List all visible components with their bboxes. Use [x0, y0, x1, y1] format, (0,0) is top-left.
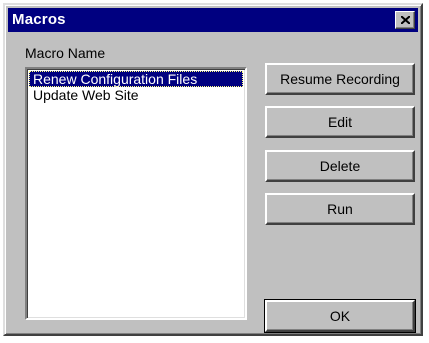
macros-dialog: Macros Macro Name Renew Configuration Fi… — [3, 3, 423, 336]
close-button[interactable] — [395, 11, 415, 29]
run-button[interactable]: Run — [265, 193, 415, 225]
resume-recording-button[interactable]: Resume Recording — [265, 63, 415, 95]
delete-button[interactable]: Delete — [265, 150, 415, 182]
title-bar[interactable]: Macros — [8, 8, 418, 32]
list-item[interactable]: Update Web Site — [29, 87, 243, 103]
ok-button[interactable]: OK — [264, 299, 416, 333]
macro-name-label: Macro Name — [25, 45, 106, 61]
edit-button[interactable]: Edit — [265, 106, 415, 138]
list-item[interactable]: Renew Configuration Files — [29, 71, 243, 87]
macro-listbox[interactable]: Renew Configuration Files Update Web Sit… — [25, 67, 247, 320]
window-title: Macros — [12, 11, 66, 28]
